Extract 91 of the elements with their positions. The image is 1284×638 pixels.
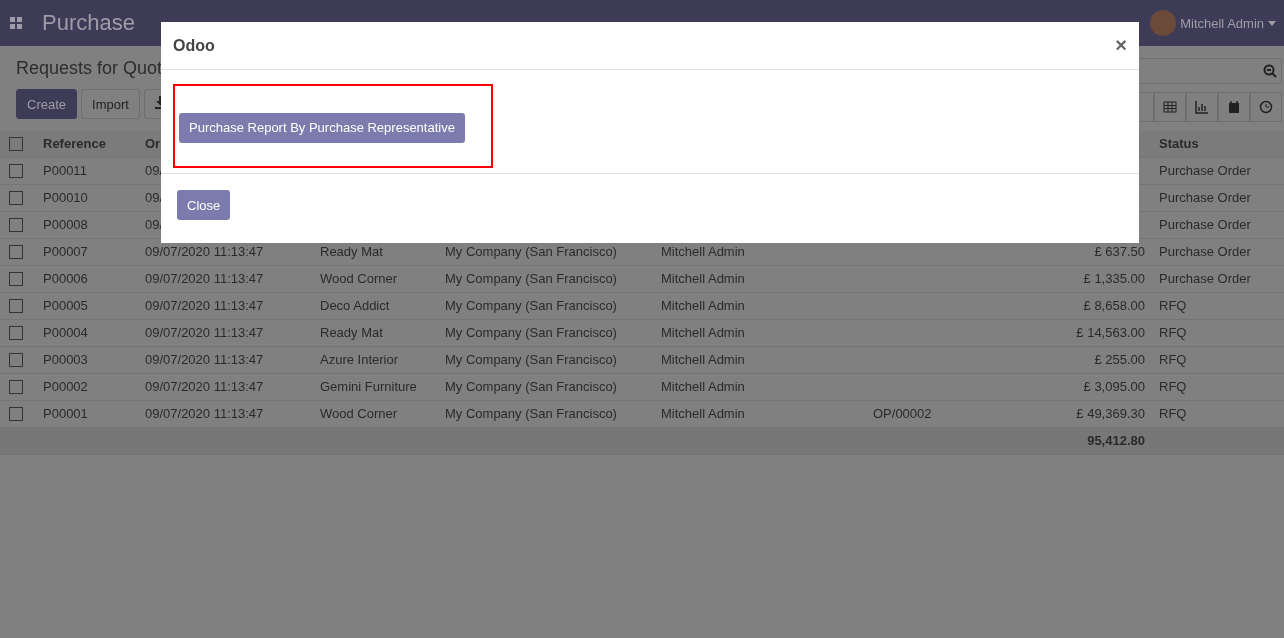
- table-cell-text: 09/07/2020 11:13:47: [144, 324, 265, 342]
- table-cell-text: My Company (San Francisco): [444, 351, 618, 369]
- table-cell-text: RFQ: [1158, 405, 1188, 423]
- table-cell-text: Mitchell Admin: [660, 405, 746, 423]
- row-checkbox[interactable]: [9, 353, 23, 367]
- table-cell-text: P00011: [42, 162, 88, 180]
- table-cell-text: P00005: [42, 297, 89, 315]
- table-cell-text: P00004: [42, 324, 89, 342]
- table-cell-text: My Company (San Francisco): [444, 405, 618, 423]
- table-cell-text: Purchase Order: [1158, 216, 1252, 234]
- search-icon: [1263, 64, 1277, 78]
- table-cell-text: Purchase Order: [1158, 243, 1252, 261]
- table-cell-text: P00003: [42, 351, 89, 369]
- calendar-icon: [1227, 100, 1241, 114]
- close-button[interactable]: ×: [1115, 34, 1127, 57]
- table-cell-text: Wood Corner: [319, 270, 399, 288]
- table-cell-text: Wood Corner: [319, 405, 399, 423]
- create-button[interactable]: Create: [16, 89, 78, 119]
- row-checkbox[interactable]: [9, 380, 23, 394]
- table-cell-text: Mitchell Admin: [660, 270, 746, 288]
- user-avatar: [1150, 10, 1177, 36]
- table-cell-text: Mitchell Admin: [660, 297, 746, 315]
- row-checkbox[interactable]: [9, 326, 23, 340]
- caret-icon: [1268, 20, 1276, 26]
- table-cell-text: P00001: [42, 405, 89, 423]
- dialog-title: Odoo: [173, 36, 215, 55]
- table-cell-text: P00010: [42, 189, 89, 207]
- grand-total: 95,412.80: [1086, 432, 1146, 450]
- row-checkbox[interactable]: [9, 272, 23, 286]
- table-cell-text: Mitchell Admin: [660, 243, 746, 261]
- user-menu[interactable]: Mitchell Admin: [1180, 15, 1264, 31]
- table-cell-text: £ 3,095.00: [1082, 378, 1146, 396]
- table-cell-text: Purchase Order: [1158, 270, 1252, 288]
- table-cell-text: Azure Interior: [319, 351, 400, 369]
- table-cell-text: Ready Mat: [319, 324, 384, 342]
- graph-view-button[interactable]: [1186, 92, 1218, 122]
- row-checkbox[interactable]: [9, 407, 23, 421]
- apps-grid-icon[interactable]: [10, 17, 22, 29]
- row-checkbox[interactable]: [9, 191, 23, 205]
- activity-view-button[interactable]: [1250, 92, 1282, 122]
- table-cell-text: Deco Addict: [319, 297, 391, 315]
- table-cell-text: My Company (San Francisco): [444, 243, 618, 261]
- table-icon: [1163, 100, 1177, 114]
- table-cell-text: £ 637.50: [1093, 243, 1146, 261]
- table-cell-text: 09/07/2020 11:13:47: [144, 243, 265, 261]
- table-cell-text: My Company (San Francisco): [444, 378, 618, 396]
- list-view-button[interactable]: [1154, 92, 1186, 122]
- column-header[interactable]: Reference: [36, 131, 138, 157]
- table-cell-text: 09/07/2020 11:13:47: [144, 351, 265, 369]
- row-checkbox[interactable]: [9, 299, 23, 313]
- table-cell-text: RFQ: [1158, 324, 1188, 342]
- table-cell-text: Mitchell Admin: [660, 324, 746, 342]
- app-name: Purchase: [42, 10, 135, 36]
- table-cell-text: P00008: [42, 216, 89, 234]
- table-cell-text: RFQ: [1158, 297, 1188, 315]
- bar-chart-icon: [1195, 100, 1209, 114]
- table-cell-text: £ 8,658.00: [1082, 297, 1146, 315]
- row-checkbox[interactable]: [9, 164, 23, 178]
- report-button[interactable]: Purchase Report By Purchase Representative: [179, 112, 465, 143]
- row-checkbox[interactable]: [9, 245, 23, 259]
- table-cell-text: P00002: [42, 378, 89, 396]
- table-cell-text: Ready Mat: [319, 243, 384, 261]
- table-cell-text: £ 14,563.00: [1075, 324, 1146, 342]
- table-cell-text: My Company (San Francisco): [444, 270, 618, 288]
- table-cell-text: 09/07/2020 11:13:47: [144, 378, 265, 396]
- table-cell-text: P00007: [42, 243, 89, 261]
- row-checkbox[interactable]: [9, 218, 23, 232]
- table-cell-text: Mitchell Admin: [660, 351, 746, 369]
- select-all-checkbox[interactable]: [9, 137, 23, 151]
- table-cell-text: £ 255.00: [1093, 351, 1146, 369]
- table-cell-text: 09/07/2020 11:13:47: [144, 297, 265, 315]
- table-cell-text: 09/07/2020 11:13:47: [144, 405, 265, 423]
- table-cell-text: My Company (San Francisco): [444, 297, 618, 315]
- column-header[interactable]: Status: [1152, 131, 1284, 157]
- table-cell-text: Purchase Order: [1158, 189, 1252, 207]
- table-cell-text: Purchase Order: [1158, 162, 1252, 180]
- table-cell-text: My Company (San Francisco): [444, 324, 618, 342]
- table-cell-text: RFQ: [1158, 378, 1188, 396]
- table-cell-text: £ 49,369.30: [1075, 405, 1146, 423]
- page-title: Requests for Quot: [16, 58, 163, 79]
- import-button[interactable]: Import: [81, 89, 140, 119]
- table-cell-text: Gemini Furniture: [319, 378, 418, 396]
- table-cell-text: Mitchell Admin: [660, 378, 746, 396]
- table-cell-text: RFQ: [1158, 351, 1188, 369]
- table-cell-text: 09/07/2020 11:13:47: [144, 270, 265, 288]
- close-dialog-button[interactable]: Close: [177, 190, 231, 220]
- table-cell-text: OP/00002: [872, 405, 933, 423]
- table-cell-text: P00006: [42, 270, 89, 288]
- table-cell-text: £ 1,335.00: [1082, 270, 1146, 288]
- clock-icon: [1259, 100, 1273, 114]
- calendar-view-button[interactable]: [1218, 92, 1250, 122]
